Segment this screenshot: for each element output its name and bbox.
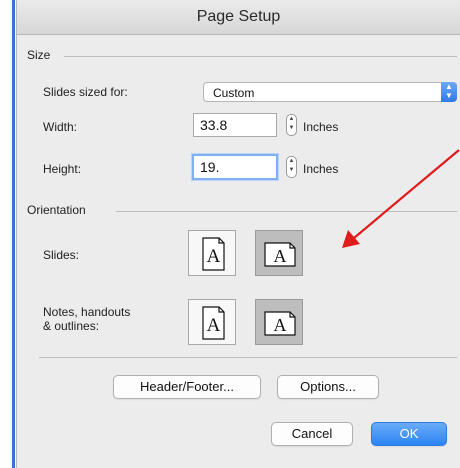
page-setup-dialog: Size Slides sized for: Custom ▲ ▼ Width: … <box>17 35 460 468</box>
slides-sized-for-value: Custom <box>213 86 255 100</box>
width-input[interactable]: 33.8 <box>193 113 277 137</box>
dialog-title: Page Setup <box>196 8 281 25</box>
slides-sized-for-label: Slides sized for: <box>43 85 128 99</box>
orientation-section-label: Orientation <box>27 203 86 217</box>
portrait-page-glyph: A <box>207 315 221 336</box>
size-section-label: Size <box>27 48 51 62</box>
background-window-edge <box>0 0 17 468</box>
notes-orientation-label-line1: Notes, handouts <box>43 305 131 319</box>
portrait-page-icon: A <box>202 306 225 340</box>
width-label: Width: <box>43 120 78 134</box>
portrait-page-glyph: A <box>207 246 221 267</box>
header-footer-button[interactable]: Header/Footer... <box>113 375 261 399</box>
ok-button[interactable]: OK <box>371 422 447 446</box>
slides-landscape-button[interactable]: A <box>255 230 303 276</box>
dialog-titlebar: Page Setup <box>17 0 460 35</box>
select-chevron-icon: ▲ ▼ <box>441 82 457 102</box>
slides-orientation-label: Slides: <box>43 248 80 262</box>
landscape-page-icon: A <box>264 311 296 336</box>
height-unit: Inches <box>303 162 339 176</box>
orientation-section-rule <box>116 211 457 212</box>
notes-landscape-button[interactable]: A <box>255 299 303 345</box>
height-stepper-icon[interactable]: ▲ ▼ <box>286 156 297 178</box>
options-button[interactable]: Options... <box>277 375 379 399</box>
width-unit: Inches <box>303 120 339 134</box>
width-stepper-icon[interactable]: ▲ ▼ <box>286 114 297 136</box>
cancel-button[interactable]: Cancel <box>271 422 353 446</box>
landscape-page-glyph: A <box>274 246 287 266</box>
size-section-rule <box>64 56 457 57</box>
notes-orientation-label-line2: & outlines: <box>43 319 100 333</box>
notes-portrait-button[interactable]: A <box>188 299 236 345</box>
background-window-accent <box>12 0 15 468</box>
landscape-page-icon: A <box>264 242 296 267</box>
height-label: Height: <box>43 162 82 176</box>
slides-portrait-button[interactable]: A <box>188 230 236 276</box>
landscape-page-glyph: A <box>274 315 287 335</box>
bottom-separator <box>39 357 457 358</box>
portrait-page-icon: A <box>202 237 225 271</box>
height-input[interactable]: 19. <box>192 154 278 180</box>
slides-sized-for-select[interactable]: Custom ▲ ▼ <box>203 82 457 102</box>
